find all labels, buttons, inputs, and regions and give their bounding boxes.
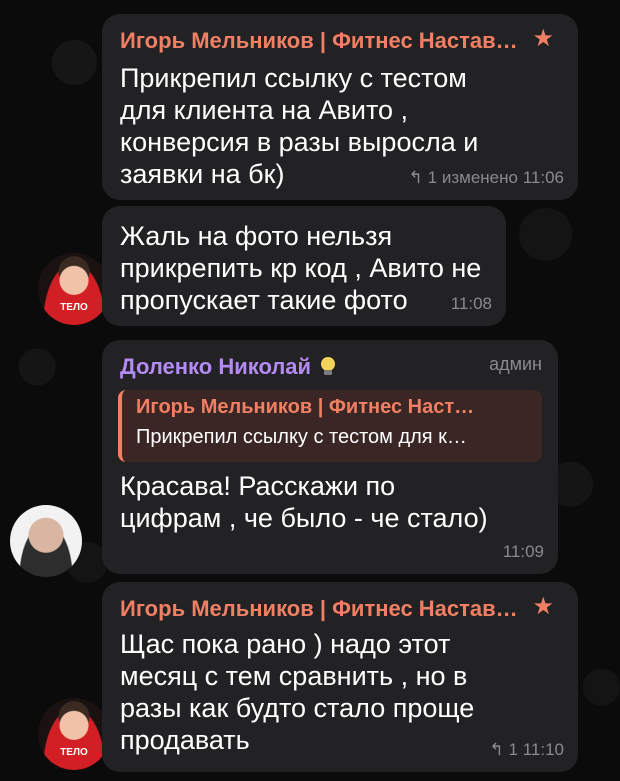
avatar[interactable]: ТЕЛО	[38, 698, 110, 770]
message-meta: ↰ 1 изменено 11:06	[409, 168, 564, 188]
message-text: Щас пока рано ) надо этот месяц с тем ср…	[120, 629, 475, 755]
avatar-tag: ТЕЛО	[60, 747, 88, 758]
reply-quote-text: Прикрепил ссылку с тестом для к…	[136, 426, 467, 448]
message-bubble[interactable]: Доленко Николай админ Игорь Мельников | …	[102, 340, 558, 574]
avatar-tag: ТЕЛО	[60, 302, 88, 313]
message-bubble[interactable]: Жаль на фото нельзя прикрепить кр код , …	[102, 206, 506, 326]
message-meta: 11:09	[503, 542, 544, 562]
avatar[interactable]: ТЕЛО	[38, 253, 110, 325]
message-text: Красава! Расскажи по цифрам , че было - …	[120, 471, 488, 533]
role-badge: админ	[489, 354, 542, 374]
star-icon: ★	[532, 25, 554, 52]
reply-count[interactable]: 1	[428, 168, 437, 187]
message-meta: 11:08	[451, 294, 492, 314]
message-time: 11:10	[522, 740, 564, 759]
message-time: 11:06	[522, 168, 564, 187]
message-bubble[interactable]: Игорь Мельников | Фитнес Настав… ★ Щас п…	[102, 582, 578, 772]
reply-quote[interactable]: Игорь Мельников | Фитнес Наст… Прикрепил…	[118, 390, 542, 462]
message-time: 11:08	[450, 294, 492, 313]
reply-quote-name: Игорь Мельников | Фитнес Наст…	[136, 396, 475, 418]
reply-count[interactable]: 1	[509, 740, 518, 759]
message-text: Жаль на фото нельзя прикрепить кр код , …	[120, 221, 482, 315]
reply-arrow-icon[interactable]: ↰	[409, 168, 423, 187]
sender-name[interactable]: Игорь Мельников | Фитнес Настав…	[120, 28, 518, 54]
sender-name-text[interactable]: Доленко Николай	[120, 354, 311, 379]
edited-label: изменено	[441, 168, 518, 187]
sender-name[interactable]: Доленко Николай	[120, 354, 339, 380]
avatar[interactable]	[10, 505, 82, 577]
message-bubble[interactable]: Игорь Мельников | Фитнес Настав… ★ Прикр…	[102, 14, 578, 200]
message-meta: ↰ 1 11:10	[490, 740, 564, 760]
sender-name[interactable]: Игорь Мельников | Фитнес Настав…	[120, 596, 518, 622]
star-icon: ★	[532, 593, 554, 620]
message-time: 11:09	[502, 542, 544, 561]
reply-arrow-icon[interactable]: ↰	[490, 740, 504, 759]
lightbulb-icon	[321, 357, 336, 375]
